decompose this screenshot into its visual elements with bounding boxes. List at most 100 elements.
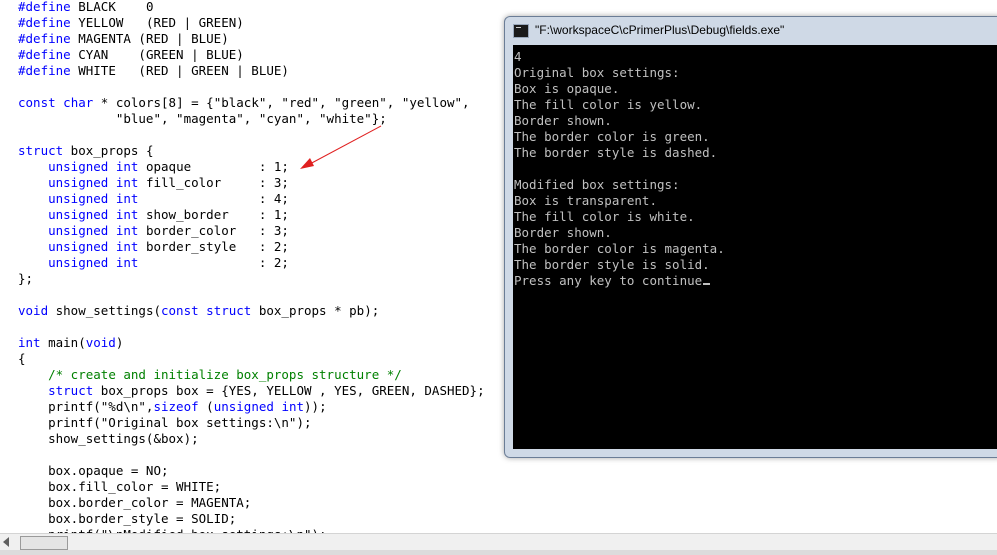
console-line: Box is opaque. <box>514 81 619 97</box>
code-keyword: int <box>281 399 305 414</box>
code-keyword: unsigned <box>48 255 109 270</box>
console-line: The border color is magenta. <box>514 241 725 257</box>
code-line: unsigned int border_style : 2; <box>18 239 289 255</box>
code-keyword: int <box>115 207 139 222</box>
code-line: struct box_props box = {YES, YELLOW , YE… <box>18 383 485 399</box>
code-keyword: int <box>115 239 139 254</box>
console-line-text: Border shown. <box>514 225 612 240</box>
console-line: 4 <box>514 49 522 65</box>
code-keyword: #define <box>18 0 71 14</box>
code-line: printf("%d\n",sizeof (unsigned int)); <box>18 399 327 415</box>
code-keyword: #define <box>18 47 71 62</box>
code-line: }; <box>18 271 33 287</box>
console-line: Original box settings: <box>514 65 680 81</box>
code-keyword: void <box>85 335 116 350</box>
code-line: printf("Original box settings:\n"); <box>18 415 312 431</box>
code-text: show_border : 1; <box>138 207 289 222</box>
console-titlebar[interactable]: "F:\workspaceC\cPrimerPlus\Debug\fields.… <box>505 17 997 45</box>
code-text: }; <box>18 271 34 286</box>
code-text: box.border_color = MAGENTA; <box>18 495 252 510</box>
code-text: box_props * pb); <box>251 303 380 318</box>
console-line: Border shown. <box>514 113 612 129</box>
scrollbar-thumb[interactable] <box>20 536 68 550</box>
code-keyword: int <box>115 223 139 238</box>
code-text: box.border_style = SOLID; <box>18 511 237 526</box>
code-keyword: char <box>63 95 94 110</box>
code-line: unsigned int : 2; <box>18 255 289 271</box>
code-keyword: int <box>115 191 139 206</box>
console-title: "F:\workspaceC\cPrimerPlus\Debug\fields.… <box>535 23 785 37</box>
console-line-text: Modified box settings: <box>514 177 680 192</box>
console-line-text: The border style is dashed. <box>514 145 718 160</box>
console-line-text: Original box settings: <box>514 65 680 80</box>
console-line-text: The border color is green. <box>514 129 710 144</box>
code-keyword: struct <box>48 383 94 398</box>
code-text: main( <box>40 335 86 350</box>
code-keyword: sizeof <box>153 399 199 414</box>
code-text: MAGENTA (RED | BLUE) <box>70 31 229 46</box>
code-text: ) <box>115 335 124 350</box>
code-line: #define CYAN (GREEN | BLUE) <box>18 47 244 63</box>
code-text: box.fill_color = WHITE; <box>18 479 222 494</box>
code-line: show_settings(&box); <box>18 431 199 447</box>
code-text: printf("Original box settings:\n"); <box>18 415 312 430</box>
console-line: Border shown. <box>514 225 612 241</box>
code-line: unsigned int fill_color : 3; <box>18 175 289 191</box>
code-keyword: const <box>161 303 199 318</box>
console-line: The fill color is yellow. <box>514 97 702 113</box>
code-line: /* create and initialize box_props struc… <box>18 367 402 383</box>
code-keyword: unsigned <box>48 191 109 206</box>
code-text: opaque : 1; <box>138 159 289 174</box>
code-keyword: int <box>115 175 139 190</box>
console-line-text: The fill color is white. <box>514 209 695 224</box>
code-text: show_settings(&box); <box>18 431 199 446</box>
code-line: #define YELLOW (RED | GREEN) <box>18 15 244 31</box>
code-text: box_props box = {YES, YELLOW , YES, GREE… <box>93 383 485 398</box>
code-line: #define WHITE (RED | GREEN | BLUE) <box>18 63 289 79</box>
console-line: The fill color is white. <box>514 209 695 225</box>
console-line-text: The border style is solid. <box>514 257 710 272</box>
code-keyword: unsigned <box>48 159 109 174</box>
code-keyword: unsigned <box>48 207 109 222</box>
code-keyword: int <box>115 159 139 174</box>
code-keyword: #define <box>18 15 71 30</box>
code-text: )); <box>304 399 327 414</box>
scroll-left-arrow-icon[interactable] <box>3 537 9 547</box>
code-keyword: int <box>115 255 139 270</box>
code-text: printf("%d\n", <box>18 399 154 414</box>
code-keyword: struct <box>18 143 64 158</box>
code-text: BLACK 0 <box>70 0 154 14</box>
code-keyword: #define <box>18 31 71 46</box>
code-text: box.opaque = NO; <box>18 463 169 478</box>
code-keyword: unsigned <box>213 399 274 414</box>
code-text: fill_color : 3; <box>138 175 289 190</box>
code-keyword: int <box>18 335 41 350</box>
code-line: unsigned int border_color : 3; <box>18 223 289 239</box>
code-keyword: unsigned <box>48 175 109 190</box>
horizontal-scrollbar[interactable] <box>0 533 997 551</box>
code-text: { <box>18 351 26 366</box>
code-keyword: struct <box>206 303 252 318</box>
code-line: int main(void) <box>18 335 123 351</box>
code-keyword: #define <box>18 63 71 78</box>
console-window[interactable]: "F:\workspaceC\cPrimerPlus\Debug\fields.… <box>504 16 997 458</box>
code-text: CYAN (GREEN | BLUE) <box>70 47 244 62</box>
console-line-text: Box is transparent. <box>514 193 657 208</box>
console-line-text: Border shown. <box>514 113 612 128</box>
code-line: box.border_color = MAGENTA; <box>18 495 251 511</box>
code-text: YELLOW (RED | GREEN) <box>70 15 244 30</box>
code-line: void show_settings(const struct box_prop… <box>18 303 379 319</box>
code-line: box.border_style = SOLID; <box>18 511 236 527</box>
console-output[interactable]: 4 Original box settings: Box is opaque. The… <box>513 45 997 449</box>
code-line: #define MAGENTA (RED | BLUE) <box>18 31 229 47</box>
code-line: struct box_props { <box>18 143 153 159</box>
console-line-text: 4 <box>514 49 522 64</box>
console-window-icon <box>513 24 529 38</box>
